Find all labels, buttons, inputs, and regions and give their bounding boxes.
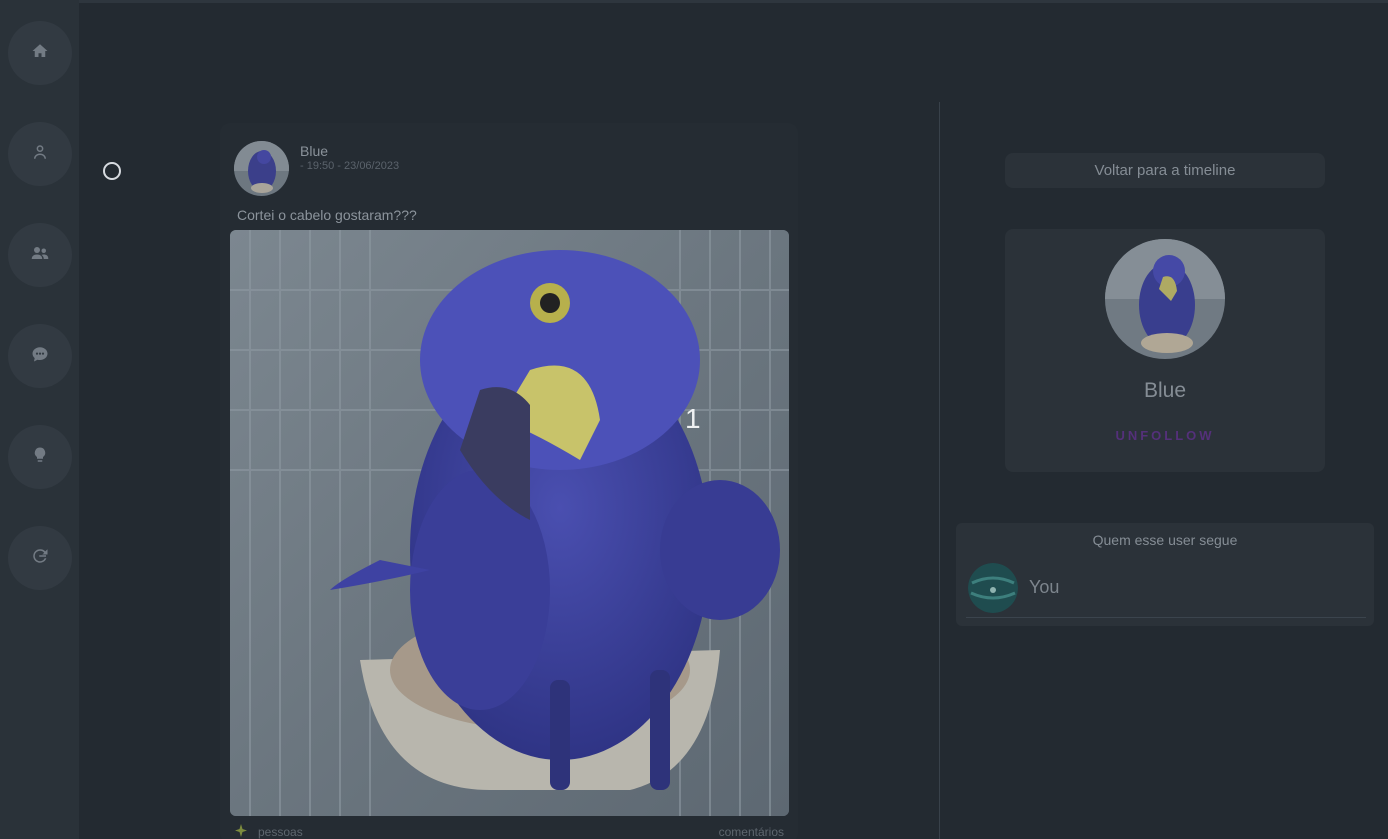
user-icon — [31, 143, 49, 166]
nav-logout-button[interactable] — [8, 526, 72, 590]
sidebar — [0, 0, 79, 839]
post-author-avatar[interactable] — [234, 141, 289, 196]
loading-spinner-icon — [103, 162, 121, 180]
profile-name: Blue — [1143, 379, 1187, 402]
nav-ideas-button[interactable] — [8, 425, 72, 489]
comments-label[interactable]: comentários — [719, 825, 784, 839]
overlay-number: 1 — [685, 403, 701, 434]
sparkle-icon[interactable] — [234, 823, 248, 839]
post-text: Cortei o cabelo gostaram??? — [237, 207, 417, 223]
following-user-avatar — [968, 563, 1018, 613]
post-card: Blue - 19:50 - 23/06/2023 Cortei o cabel… — [220, 123, 798, 839]
profile-card: Blue UNFOLLOW — [1005, 229, 1325, 472]
nav-chat-button[interactable] — [8, 324, 72, 388]
page: Blue - 19:50 - 23/06/2023 Cortei o cabel… — [0, 0, 1388, 839]
nav-friends-button[interactable] — [8, 223, 72, 287]
unfollow-button[interactable]: UNFOLLOW — [1095, 428, 1235, 443]
following-list-item[interactable]: You — [966, 561, 1366, 618]
following-user-name: You — [1029, 577, 1060, 597]
profile-avatar — [1105, 239, 1225, 359]
chat-icon — [31, 345, 49, 368]
post-author-name[interactable]: Blue — [300, 143, 328, 159]
following-panel: Quem esse user segue You — [956, 523, 1374, 626]
logout-icon — [31, 547, 49, 570]
column-divider — [939, 102, 940, 839]
users-icon — [31, 244, 49, 267]
lightbulb-icon — [31, 446, 49, 469]
nav-home-button[interactable] — [8, 21, 72, 85]
nav-profile-button[interactable] — [8, 122, 72, 186]
following-title: Quem esse user segue — [1092, 532, 1238, 548]
post-image — [230, 230, 789, 816]
back-to-timeline-button[interactable]: Voltar para a timeline — [1005, 153, 1325, 188]
top-border — [0, 0, 1388, 3]
home-icon — [31, 42, 49, 65]
post-timestamp: - 19:50 - 23/06/2023 — [300, 160, 400, 172]
reactions-label[interactable]: pessoas — [258, 825, 303, 839]
